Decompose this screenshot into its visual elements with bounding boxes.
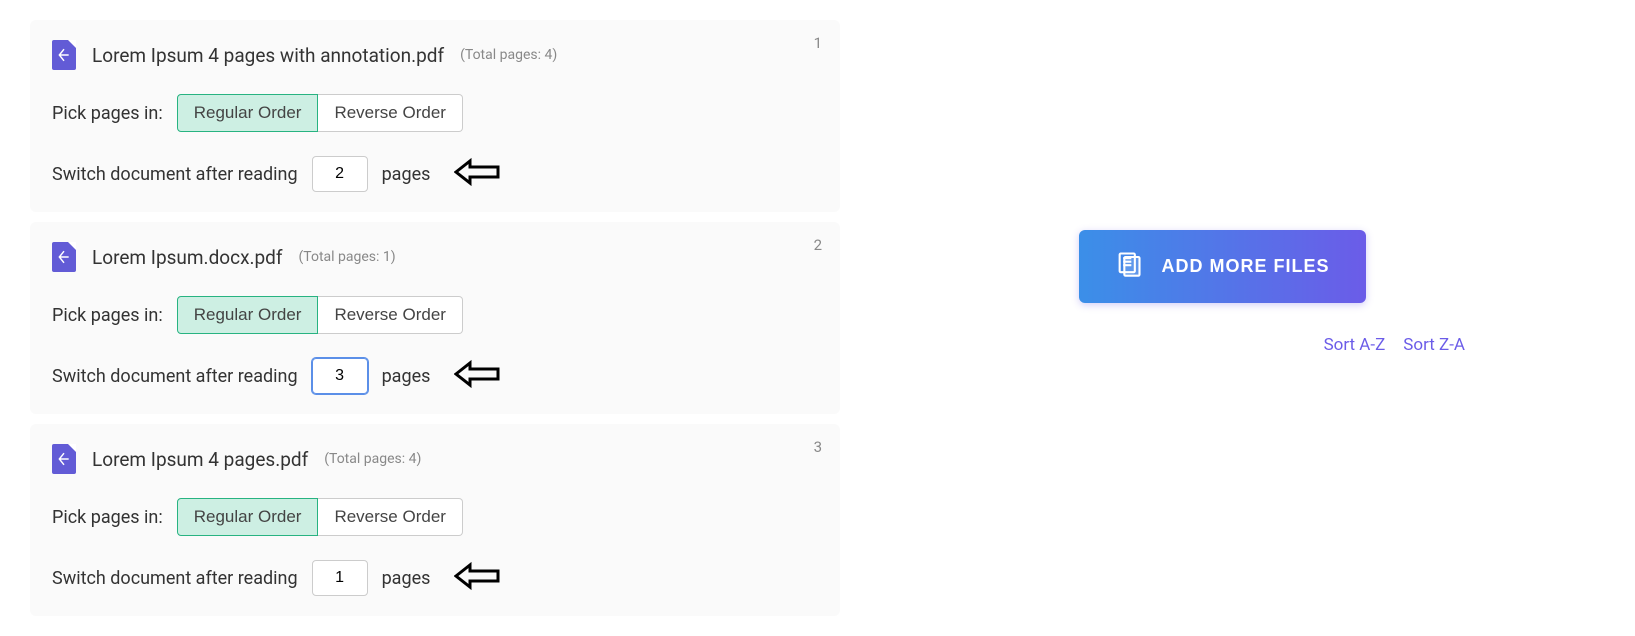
switch-document-label: Switch document after reading <box>52 164 298 185</box>
reverse-order-button[interactable]: Reverse Order <box>318 94 462 132</box>
left-arrow-icon <box>454 359 502 393</box>
total-pages-label: (Total pages: 4) <box>460 47 557 63</box>
reverse-order-button[interactable]: Reverse Order <box>318 296 462 334</box>
switch-document-row: Switch document after reading pages <box>52 560 818 596</box>
pick-pages-label: Pick pages in: <box>52 305 163 326</box>
pick-pages-row: Pick pages in: Regular Order Reverse Ord… <box>52 498 818 536</box>
total-pages-label: (Total pages: 1) <box>299 249 396 265</box>
regular-order-button[interactable]: Regular Order <box>177 498 319 536</box>
total-pages-label: (Total pages: 4) <box>324 451 421 467</box>
switch-document-row: Switch document after reading pages <box>52 358 818 394</box>
regular-order-button[interactable]: Regular Order <box>177 94 319 132</box>
pdf-file-icon <box>52 40 76 70</box>
pick-pages-row: Pick pages in: Regular Order Reverse Ord… <box>52 94 818 132</box>
switch-document-row: Switch document after reading pages <box>52 156 818 192</box>
file-header: Lorem Ipsum.docx.pdf (Total pages: 1) <box>52 242 818 272</box>
file-list: 1 Lorem Ipsum 4 pages with annotation.pd… <box>30 20 840 616</box>
file-card: 3 Lorem Ipsum 4 pages.pdf (Total pages: … <box>30 424 840 616</box>
pages-suffix-label: pages <box>382 366 431 387</box>
order-button-group: Regular Order Reverse Order <box>177 296 463 334</box>
pick-pages-label: Pick pages in: <box>52 507 163 528</box>
add-more-files-button[interactable]: ADD MORE FILES <box>1079 230 1365 303</box>
sort-za-link[interactable]: Sort Z-A <box>1403 335 1465 355</box>
left-arrow-icon <box>454 157 502 191</box>
file-card: 1 Lorem Ipsum 4 pages with annotation.pd… <box>30 20 840 212</box>
file-name: Lorem Ipsum.docx.pdf <box>92 246 283 269</box>
file-index: 3 <box>814 438 822 456</box>
file-card: 2 Lorem Ipsum.docx.pdf (Total pages: 1) … <box>30 222 840 414</box>
left-arrow-icon <box>454 561 502 595</box>
file-index: 2 <box>814 236 822 254</box>
right-panel: ADD MORE FILES Sort A-Z Sort Z-A <box>840 20 1605 616</box>
sort-links: Sort A-Z Sort Z-A <box>1324 335 1465 355</box>
pdf-file-icon <box>52 444 76 474</box>
file-name: Lorem Ipsum 4 pages with annotation.pdf <box>92 44 444 67</box>
add-more-files-label: ADD MORE FILES <box>1161 256 1329 277</box>
file-index: 1 <box>814 34 822 52</box>
switch-document-label: Switch document after reading <box>52 366 298 387</box>
pdf-file-icon <box>52 242 76 272</box>
reverse-order-button[interactable]: Reverse Order <box>318 498 462 536</box>
pages-input[interactable] <box>312 358 368 394</box>
file-header: Lorem Ipsum 4 pages with annotation.pdf … <box>52 40 818 70</box>
pages-suffix-label: pages <box>382 568 431 589</box>
pick-pages-label: Pick pages in: <box>52 103 163 124</box>
regular-order-button[interactable]: Regular Order <box>177 296 319 334</box>
order-button-group: Regular Order Reverse Order <box>177 94 463 132</box>
sort-az-link[interactable]: Sort A-Z <box>1324 335 1386 355</box>
pages-suffix-label: pages <box>382 164 431 185</box>
files-icon <box>1115 250 1143 283</box>
pages-input[interactable] <box>312 560 368 596</box>
pages-input[interactable] <box>312 156 368 192</box>
switch-document-label: Switch document after reading <box>52 568 298 589</box>
file-name: Lorem Ipsum 4 pages.pdf <box>92 448 308 471</box>
pick-pages-row: Pick pages in: Regular Order Reverse Ord… <box>52 296 818 334</box>
order-button-group: Regular Order Reverse Order <box>177 498 463 536</box>
file-header: Lorem Ipsum 4 pages.pdf (Total pages: 4) <box>52 444 818 474</box>
